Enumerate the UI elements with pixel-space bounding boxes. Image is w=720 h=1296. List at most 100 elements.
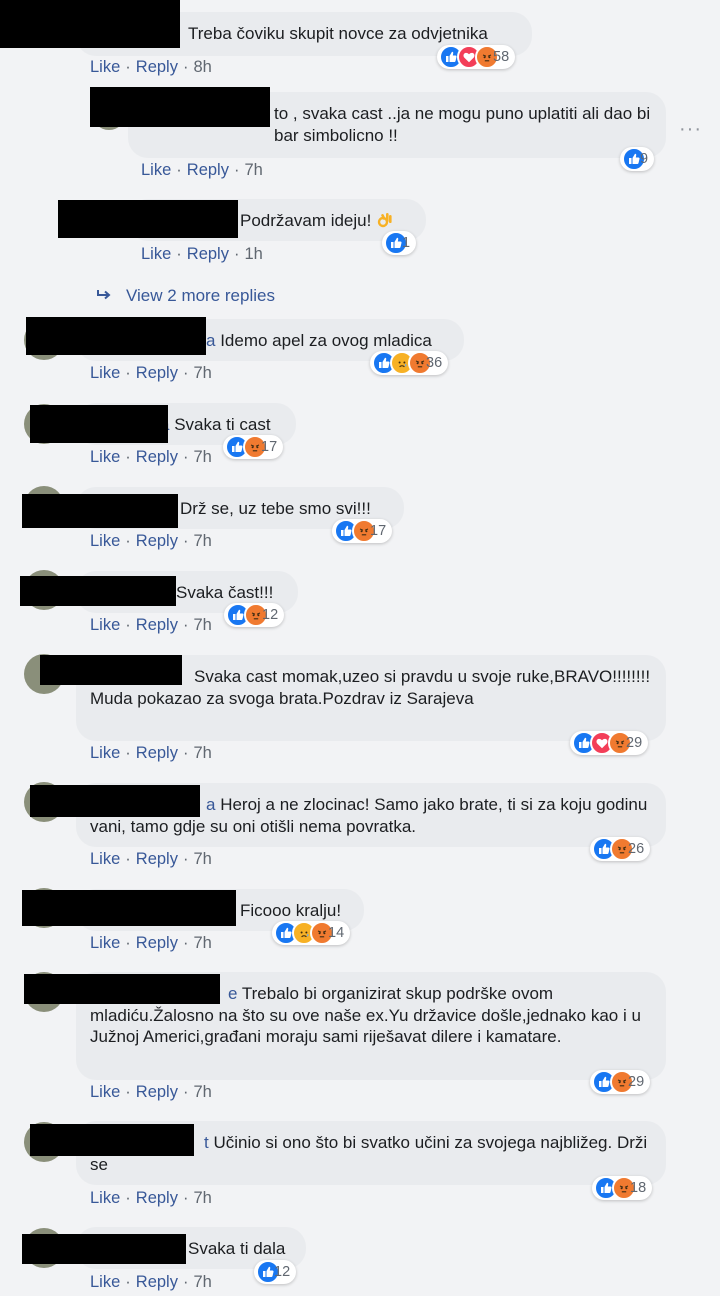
reaction-count: 9 <box>640 151 649 167</box>
reaction-count: 26 <box>628 841 645 857</box>
reaction-count: 18 <box>630 1180 647 1196</box>
timestamp[interactable]: 7h <box>193 532 211 550</box>
commenter-name[interactable]: e <box>228 984 237 1003</box>
comment-actions: Like · Reply · 7h <box>141 161 263 179</box>
redacted-name <box>30 785 200 817</box>
comment-actions: Like · Reply · 7h <box>90 934 212 952</box>
like-link[interactable]: Like <box>90 58 120 76</box>
comment-text: Idemo apel za ovog mladica <box>220 331 432 350</box>
comment-actions: Like · Reply · 7h <box>90 850 212 868</box>
like-link[interactable]: Like <box>90 616 120 634</box>
like-link[interactable]: Like <box>90 448 120 466</box>
timestamp[interactable]: 7h <box>193 448 211 466</box>
reply-link[interactable]: Reply <box>136 1189 178 1207</box>
reply-link[interactable]: Reply <box>136 1083 178 1101</box>
reaction-summary[interactable]: 29 <box>590 1070 651 1094</box>
reaction-summary[interactable]: 18 <box>592 1176 653 1200</box>
timestamp[interactable]: 7h <box>193 364 211 382</box>
redacted-name <box>22 494 178 528</box>
reply-link[interactable]: Reply <box>136 616 178 634</box>
reaction-summary[interactable]: 36 <box>370 351 449 375</box>
reaction-count: 17 <box>261 439 278 455</box>
reaction-summary[interactable]: 9 <box>620 147 655 171</box>
commenter-name[interactable]: t <box>204 1133 209 1152</box>
reaction-summary[interactable]: 14 <box>272 921 351 945</box>
reply-link[interactable]: Reply <box>187 161 229 179</box>
redacted-name <box>22 1234 186 1264</box>
comment-actions: Like · Reply · 7h <box>90 364 212 382</box>
reaction-summary[interactable]: 12 <box>224 603 285 627</box>
reply-link[interactable]: Reply <box>136 58 178 76</box>
commenter-name[interactable]: a <box>206 795 215 814</box>
reaction-summary[interactable]: 17 <box>223 435 284 459</box>
comment-text: Svaka ti dala <box>188 1239 286 1258</box>
ok-hand-icon <box>376 211 394 229</box>
like-link[interactable]: Like <box>141 245 171 263</box>
reply-link[interactable]: Reply <box>136 532 178 550</box>
like-link[interactable]: Like <box>90 1273 120 1291</box>
comment-text: Svaka čast!!! <box>176 583 274 602</box>
comment-text: Treba čoviku skupit novce za odvjetnika <box>188 24 488 43</box>
like-link[interactable]: Like <box>90 364 120 382</box>
redacted-name <box>30 1124 194 1156</box>
reply-link[interactable]: Reply <box>136 364 178 382</box>
reply-arrow-icon <box>96 286 112 306</box>
reaction-summary[interactable]: 1 <box>382 231 417 255</box>
reaction-summary[interactable]: 58 <box>437 45 516 69</box>
comment-actions: Like · Reply · 1h <box>141 245 263 263</box>
reply-link[interactable]: Reply <box>136 934 178 952</box>
timestamp[interactable]: 7h <box>193 1273 211 1291</box>
commenter-name[interactable]: a <box>206 331 215 350</box>
redacted-name <box>24 974 220 1004</box>
redacted-name <box>22 890 236 926</box>
reaction-summary[interactable]: 26 <box>590 837 651 861</box>
reply-link[interactable]: Reply <box>136 448 178 466</box>
comment-actions: Like · Reply · 7h <box>90 448 212 466</box>
like-link[interactable]: Like <box>90 532 120 550</box>
comment-actions: Like · Reply · 7h <box>90 1083 212 1101</box>
comment-actions: Like · Reply · 7h <box>90 616 212 634</box>
like-link[interactable]: Like <box>90 744 120 762</box>
reaction-count: 12 <box>262 607 279 623</box>
reaction-summary[interactable]: 29 <box>570 731 649 755</box>
timestamp[interactable]: 7h <box>193 744 211 762</box>
redacted-name <box>26 317 206 355</box>
timestamp[interactable]: 7h <box>193 934 211 952</box>
reply-link[interactable]: Reply <box>136 744 178 762</box>
reply-link[interactable]: Reply <box>187 245 229 263</box>
reaction-count: 29 <box>626 735 643 751</box>
timestamp[interactable]: 7h <box>193 616 211 634</box>
like-link[interactable]: Like <box>90 1083 120 1101</box>
more-options-icon[interactable]: ··· <box>679 118 702 141</box>
like-link[interactable]: Like <box>90 934 120 952</box>
view-more-label: View 2 more replies <box>126 286 275 305</box>
reply-link[interactable]: Reply <box>136 1273 178 1291</box>
reaction-summary[interactable]: 12 <box>254 1260 297 1284</box>
timestamp[interactable]: 8h <box>193 58 211 76</box>
like-link[interactable]: Like <box>141 161 171 179</box>
comment-text: Podržavam ideju! <box>240 211 372 230</box>
like-link[interactable]: Like <box>90 1189 120 1207</box>
reaction-count: 12 <box>274 1264 291 1280</box>
comment-actions: Like · Reply · 7h <box>90 532 212 550</box>
reaction-count: 58 <box>493 49 510 65</box>
redacted-name <box>58 200 238 238</box>
timestamp[interactable]: 7h <box>244 161 262 179</box>
reaction-summary[interactable]: 17 <box>332 519 393 543</box>
reply-link[interactable]: Reply <box>136 850 178 868</box>
timestamp[interactable]: 1h <box>244 245 262 263</box>
reaction-count: 17 <box>370 523 387 539</box>
comment-text: to , svaka cast ..ja ne mogu puno uplati… <box>274 104 651 145</box>
comment-actions: Like · Reply · 7h <box>90 744 212 762</box>
redacted-name <box>30 405 168 443</box>
timestamp[interactable]: 7h <box>193 1189 211 1207</box>
like-link[interactable]: Like <box>90 850 120 868</box>
reaction-count: 36 <box>426 355 443 371</box>
redacted-name <box>90 87 270 127</box>
comment-actions: Like · Reply · 7h <box>90 1273 212 1291</box>
redacted-name <box>40 655 182 685</box>
timestamp[interactable]: 7h <box>193 850 211 868</box>
view-more-replies-link[interactable]: View 2 more replies <box>96 286 275 306</box>
reaction-count: 1 <box>402 235 411 251</box>
timestamp[interactable]: 7h <box>193 1083 211 1101</box>
